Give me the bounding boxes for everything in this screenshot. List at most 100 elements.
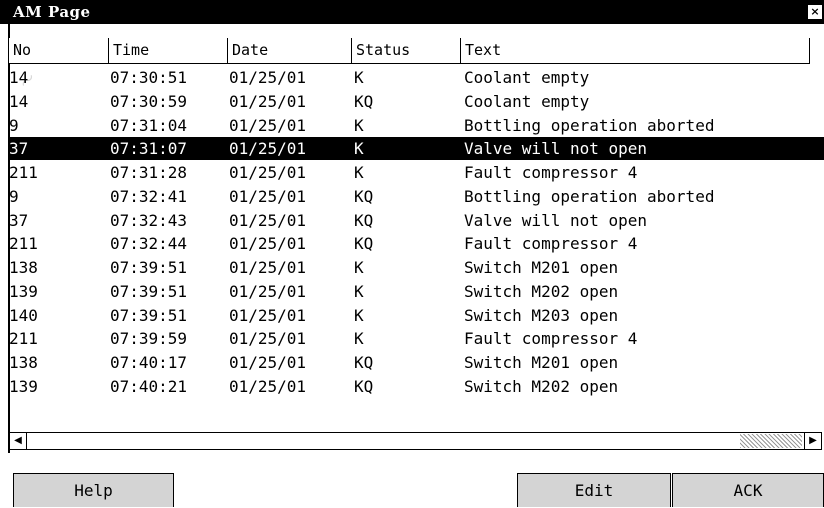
cell-date: 01/25/01 (229, 376, 307, 396)
cell-text: Bottling operation aborted (464, 186, 715, 206)
cell-status: K (354, 329, 364, 349)
cell-date: 01/25/01 (229, 281, 307, 301)
cell-status: K (354, 68, 364, 87)
cell-no: 9 (9, 186, 19, 206)
cell-time: 07:32:41 (110, 186, 188, 206)
column-header-text[interactable]: Text (461, 38, 824, 64)
table-row[interactable]: 139 07:39:51 01/25/01 K Switch M202 open (9, 280, 824, 303)
cell-no: 37 (9, 210, 29, 230)
vertical-scroll-button[interactable] (809, 38, 824, 64)
table-row[interactable]: 211 07:32:44 01/25/01 KQ Fault compressor 4 (9, 232, 824, 255)
cell-date: 01/25/01 (229, 115, 307, 135)
column-header-no[interactable]: No (9, 38, 109, 64)
cell-text: Switch M203 open (464, 305, 619, 325)
table-row[interactable]: 37 07:31:07 01/25/01 K Valve will not open (9, 137, 824, 161)
cell-status: KQ (354, 91, 374, 111)
cell-time: 07:40:17 (110, 353, 188, 372)
edit-button[interactable]: Edit (517, 473, 671, 507)
cell-status: K (354, 163, 364, 182)
cell-text: Bottling operation aborted (464, 115, 715, 135)
cell-no: 9 (9, 115, 19, 135)
cell-status: KQ (354, 376, 374, 396)
cell-text: Fault compressor 4 (464, 329, 638, 349)
cell-text: Switch M202 open (464, 281, 619, 301)
cell-no: 138 (9, 353, 38, 372)
cell-time: 07:39:51 (110, 258, 188, 277)
title-bar: AM Page × (0, 0, 824, 24)
table-row[interactable]: 138 07:39:51 01/25/01 K Switch M201 open (9, 256, 824, 279)
column-header-status[interactable]: Status (352, 38, 461, 64)
cell-status: K (354, 115, 364, 135)
table-row[interactable]: 9 07:31:04 01/25/01 K Bottling operation abo… (9, 114, 824, 137)
cell-time: 07:31:07 (110, 139, 188, 159)
table-row[interactable]: 9 07:32:41 01/25/01 KQ Bottling operation ab… (9, 185, 824, 208)
cell-text: Coolant empty (464, 91, 590, 111)
cell-text: Fault compressor 4 (464, 234, 638, 254)
cell-date: 01/25/01 (229, 139, 307, 159)
cell-date: 01/25/01 (229, 91, 307, 111)
cell-time: 07:39:51 (110, 305, 188, 325)
close-icon[interactable]: × (808, 5, 822, 19)
cell-no: 37 (9, 139, 29, 159)
cell-no: 139 (9, 281, 38, 301)
cell-status: K (354, 281, 364, 301)
cell-no: 211 (9, 163, 38, 182)
cell-date: 01/25/01 (229, 258, 307, 277)
table-row[interactable]: 37 07:32:43 01/25/01 KQ Valve will not open (9, 209, 824, 232)
cell-status: K (354, 258, 364, 277)
cell-text: Coolant empty (464, 68, 590, 87)
cell-status: KQ (354, 353, 374, 372)
horizontal-scrollbar[interactable]: ◀ ▶ (9, 432, 822, 450)
cell-text: Valve will not open (464, 210, 648, 230)
cell-no: 138 (9, 258, 38, 277)
column-header-time[interactable]: Time (109, 38, 228, 64)
cell-text: Valve will not open (464, 139, 648, 159)
cell-time: 07:32:43 (110, 210, 188, 230)
cell-no: 14 (9, 68, 29, 87)
cell-no: 139 (9, 376, 38, 396)
cell-time: 07:31:04 (110, 115, 188, 135)
cell-date: 01/25/01 (229, 163, 307, 182)
cell-text: Fault compressor 4 (464, 163, 638, 182)
ack-button[interactable]: ACK (672, 473, 824, 507)
cell-time: 07:39:59 (110, 329, 188, 349)
scroll-left-icon[interactable]: ◀ (10, 433, 27, 449)
table-row[interactable]: 139 07:40:21 01/25/01 KQ Switch M202 open (9, 375, 824, 398)
cell-status: KQ (354, 234, 374, 254)
cell-status: K (354, 139, 364, 159)
cell-status: KQ (354, 210, 374, 230)
table-row[interactable]: 138 07:40:17 01/25/01 KQ Switch M201 open (9, 351, 824, 374)
help-button[interactable]: Help (13, 473, 174, 507)
scroll-right-icon[interactable]: ▶ (804, 433, 821, 449)
cell-time: 07:30:59 (110, 91, 188, 111)
cell-no: 211 (9, 329, 38, 349)
cell-date: 01/25/01 (229, 68, 307, 87)
button-bar: Help Edit ACK (0, 473, 824, 507)
cell-text: Switch M201 open (464, 353, 619, 372)
cell-status: KQ (354, 186, 374, 206)
window-title: AM Page (13, 3, 91, 21)
cell-time: 07:31:28 (110, 163, 188, 182)
table-row[interactable]: 140 07:39:51 01/25/01 K Switch M203 open (9, 304, 824, 327)
table-row[interactable]: 14 07:30:51 01/25/01 K Coolant empty (9, 66, 824, 89)
table-row[interactable]: 211 07:39:59 01/25/01 K Fault compressor 4 (9, 327, 824, 350)
cell-date: 01/25/01 (229, 305, 307, 325)
cell-status: K (354, 305, 364, 325)
cell-date: 01/25/01 (229, 234, 307, 254)
cell-date: 01/25/01 (229, 353, 307, 372)
scrollbar-thumb[interactable] (740, 434, 802, 448)
cell-no: 14 (9, 91, 29, 111)
column-header-date[interactable]: Date (228, 38, 352, 64)
cell-time: 07:40:21 (110, 376, 188, 396)
cell-time: 07:32:44 (110, 234, 188, 254)
cell-no: 140 (9, 305, 38, 325)
cell-date: 01/25/01 (229, 210, 307, 230)
cell-date: 01/25/01 (229, 329, 307, 349)
cell-time: 07:39:51 (110, 281, 188, 301)
cell-time: 07:30:51 (110, 68, 188, 87)
table-row[interactable]: 211 07:31:28 01/25/01 K Fault compressor 4 (9, 161, 824, 184)
cell-no: 211 (9, 234, 38, 254)
cell-text: Switch M202 open (464, 376, 619, 396)
cell-date: 01/25/01 (229, 186, 307, 206)
table-row[interactable]: 14 07:30:59 01/25/01 KQ Coolant empty (9, 90, 824, 113)
